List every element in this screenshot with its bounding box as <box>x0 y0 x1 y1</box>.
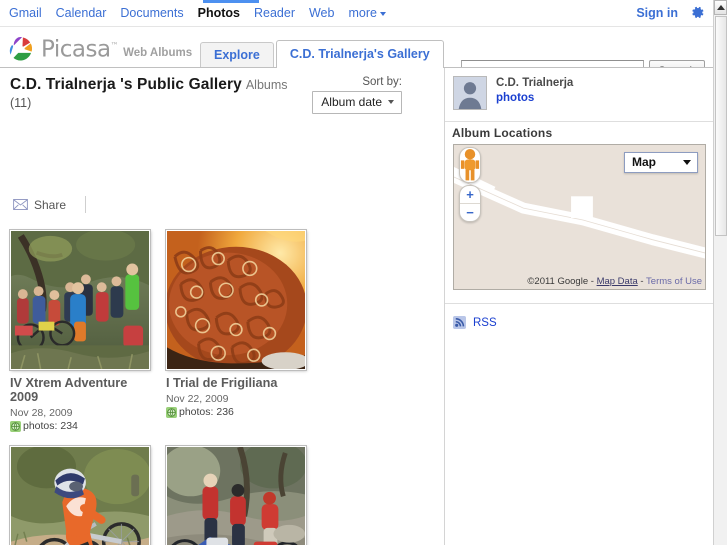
google-services-nav: Gmail Calendar Documents Photos Reader W… <box>9 6 386 20</box>
picasa-wordmark-text: Picasa <box>41 36 111 63</box>
album-photo-count-text: photos: 236 <box>179 406 234 418</box>
album-title: I Trial de Frigiliana <box>166 376 278 390</box>
scrollbar-thumb[interactable] <box>715 16 727 236</box>
album-thumbnail[interactable] <box>166 230 306 370</box>
map-attribution: ©2011 Google - Map Data - Terms of Use <box>527 276 702 287</box>
sidebar: C.D. Trialnerja photos Album Locations +… <box>445 68 713 545</box>
album-card[interactable]: I Trial de Frigiliana Nov 22, 2009 photo… <box>166 230 306 432</box>
album-card[interactable]: IV Xtrem Adventure 2009 Nov 28, 2009 pho… <box>10 230 150 432</box>
sort-by-select[interactable]: Album date <box>312 91 402 114</box>
sort-control: Sort by: Album date <box>312 76 402 114</box>
album-locations-title: Album Locations <box>452 126 553 140</box>
picasa-logo[interactable]: Picasa™ Web Albums <box>8 33 192 63</box>
share-button[interactable]: Share <box>34 198 66 212</box>
gbar-more-label: more <box>348 6 377 20</box>
gbar-link-reader[interactable]: Reader <box>254 6 295 20</box>
album-card[interactable]: III Xtrem Adventure 2008 Nov 22, 2008 ph… <box>166 446 306 545</box>
picasa-subtitle: Web Albums <box>123 46 193 59</box>
album-photo-count-text: photos: 234 <box>23 420 78 432</box>
active-service-indicator <box>203 0 259 3</box>
sidebar-divider <box>445 121 713 122</box>
picasa-wordmark: Picasa™ <box>41 33 119 63</box>
content-area: C.D. Trialnerja 's Public Gallery Albums … <box>0 68 713 545</box>
main-column: C.D. Trialnerja 's Public Gallery Albums … <box>0 68 444 545</box>
picasa-tabs: Explore C.D. Trialnerja's Gallery <box>200 40 446 68</box>
chevron-down-icon <box>379 11 386 16</box>
map-zoom-controls: + − <box>459 185 481 222</box>
gbar-link-photos[interactable]: Photos <box>198 6 240 20</box>
avatar-icon[interactable] <box>453 76 487 110</box>
gbar-link-web[interactable]: Web <box>309 6 334 20</box>
album-title: IV Xtrem Adventure 2009 <box>10 376 128 404</box>
gallery-heading: C.D. Trialnerja 's Public Gallery Albums … <box>10 76 340 110</box>
envelope-icon[interactable] <box>13 199 28 210</box>
owner-photos-link[interactable]: photos <box>496 92 573 104</box>
trademark-symbol: ™ <box>110 41 119 50</box>
terms-of-use-link[interactable]: Terms of Use <box>646 276 702 287</box>
chevron-down-icon <box>683 159 691 165</box>
map-copyright: ©2011 Google - <box>527 276 597 287</box>
album-date: Nov 28, 2009 <box>10 407 73 419</box>
map-type-label: Map <box>632 155 656 169</box>
gbar-link-gmail[interactable]: Gmail <box>9 6 42 20</box>
rss-icon <box>453 316 466 329</box>
album-locations-map[interactable]: + − Map ©2011 Google - Map Data - Terms … <box>453 144 706 290</box>
map-zoom-in-button[interactable]: + <box>460 186 480 204</box>
rss-row[interactable]: RSS <box>453 316 497 329</box>
page-title: C.D. Trialnerja 's Public Gallery <box>10 76 242 93</box>
album-photo-count: photos: 236 <box>166 406 306 418</box>
tab-gallery[interactable]: C.D. Trialnerja's Gallery <box>275 40 444 68</box>
tab-explore[interactable]: Explore <box>200 42 274 68</box>
scroll-up-arrow-icon[interactable] <box>714 0 727 15</box>
rss-link[interactable]: RSS <box>473 317 497 329</box>
share-divider <box>85 196 87 213</box>
share-row: Share <box>13 196 87 213</box>
picasa-header: Picasa™ Web Albums Explore C.D. Trialner… <box>0 28 713 82</box>
album-thumbnail[interactable] <box>10 446 150 545</box>
google-top-bar: Gmail Calendar Documents Photos Reader W… <box>0 0 713 27</box>
gear-icon[interactable] <box>690 5 705 20</box>
albums-word: Albums <box>245 78 288 92</box>
album-grid: IV Xtrem Adventure 2009 Nov 28, 2009 pho… <box>10 230 430 545</box>
sort-by-value: Album date <box>321 95 382 109</box>
owner-name: C.D. Trialnerja <box>496 77 574 89</box>
sort-by-label: Sort by: <box>362 76 402 88</box>
album-card[interactable]: Entrenamiento Jan 17, 2009 photos: 77 <box>10 446 150 545</box>
gbar-right-group: Sign in <box>636 5 705 20</box>
gbar-link-calendar[interactable]: Calendar <box>56 6 107 20</box>
sidebar-divider-2 <box>445 303 713 304</box>
map-zoom-out-button[interactable]: − <box>460 204 480 221</box>
globe-icon <box>10 420 21 432</box>
pegman-icon[interactable] <box>459 147 481 183</box>
arrow-up-glyph <box>716 5 725 10</box>
album-date: Nov 22, 2009 <box>166 393 229 405</box>
owner-info: C.D. Trialnerja photos <box>496 76 573 104</box>
chevron-down-icon <box>388 100 394 104</box>
picasa-logo-icon <box>8 35 36 63</box>
album-thumbnail[interactable] <box>166 446 306 545</box>
album-photo-count: photos: 234 <box>10 420 150 432</box>
album-count: (11) <box>10 96 32 110</box>
gbar-more-menu[interactable]: more <box>348 6 386 20</box>
map-type-button[interactable]: Map <box>624 152 698 173</box>
globe-icon <box>166 406 177 418</box>
sign-in-link[interactable]: Sign in <box>636 6 678 20</box>
gbar-link-documents[interactable]: Documents <box>120 6 183 20</box>
album-thumbnail[interactable] <box>10 230 150 370</box>
map-credit-separator: - <box>637 276 647 287</box>
owner-block: C.D. Trialnerja photos <box>453 76 573 110</box>
page-scrollbar[interactable] <box>713 0 727 545</box>
map-data-link[interactable]: Map Data <box>597 276 638 287</box>
